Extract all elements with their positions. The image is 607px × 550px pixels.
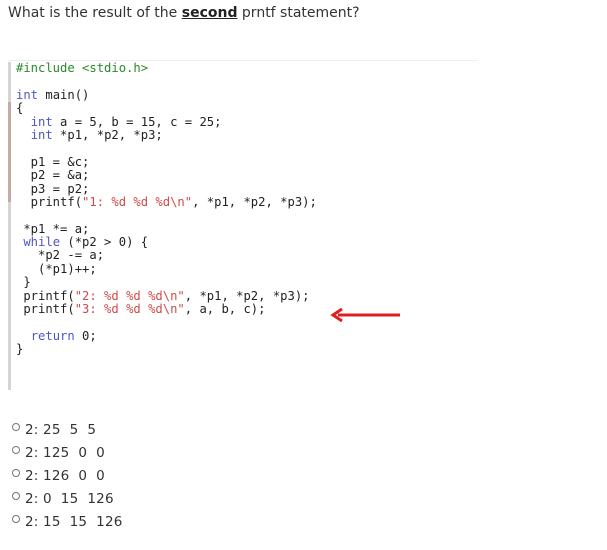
- code-line: *p2 -= a;: [16, 249, 317, 262]
- code-line: }: [16, 276, 317, 289]
- code-line: printf("1: %d %d %d\n", *p1, *p2, *p3);: [16, 194, 317, 209]
- option-label: 2: 15 15 126: [25, 514, 123, 530]
- code-line: int *p1, *p2, *p3;: [16, 127, 317, 142]
- answer-option[interactable]: 2: 125 0 0: [12, 445, 123, 468]
- code-line: int main(): [16, 87, 317, 102]
- code-token: (*p1)++;: [16, 261, 97, 276]
- code-string: "1: %d %d %d\n": [82, 194, 193, 209]
- code-token: p2 = &a;: [16, 168, 90, 183]
- option-label: 2: 126 0 0: [25, 468, 105, 484]
- code-keyword: int: [30, 114, 53, 129]
- code-token: *p1 *= a;: [16, 221, 90, 236]
- code-line: {: [16, 101, 317, 116]
- radio-button[interactable]: [12, 515, 20, 523]
- radio-button[interactable]: [12, 469, 20, 477]
- answer-option[interactable]: 2: 25 5 5: [12, 422, 123, 445]
- gutter-marker: [8, 102, 11, 202]
- code-token: }: [16, 342, 24, 357]
- option-label: 2: 25 5 5: [25, 422, 97, 438]
- code-block: #include <stdio.h> int main(){ int a = 5,…: [8, 60, 478, 390]
- code-token: , a, b, c);: [184, 302, 266, 317]
- code-string: "2: %d %d %d\n": [74, 288, 185, 303]
- answer-option[interactable]: 2: 126 0 0: [12, 468, 123, 491]
- answer-options: 2: 25 5 5 2: 125 0 0 2: 126 0 0 2: 0 15 126…: [12, 422, 123, 537]
- answer-option[interactable]: 2: 15 15 126: [12, 514, 123, 537]
- answer-option[interactable]: 2: 0 15 126: [12, 491, 123, 514]
- code-line: }: [16, 343, 317, 356]
- code-line: printf("2: %d %d %d\n", *p1, *p2, *p3);: [16, 288, 317, 303]
- code-token: {: [16, 101, 24, 116]
- question-emphasis: second: [181, 5, 238, 21]
- code-text: #include <stdio.h> int main(){ int a = 5,…: [16, 61, 317, 357]
- radio-button[interactable]: [12, 423, 20, 431]
- code-token: printf(: [16, 194, 83, 209]
- code-line: p1 = &c;: [16, 154, 317, 169]
- code-token: , *p1, *p2, *p3);: [184, 288, 310, 303]
- code-token: printf(: [16, 288, 75, 303]
- code-line: int a = 5, b = 15, c = 25;: [16, 114, 317, 129]
- code-token: 0;: [74, 328, 97, 343]
- code-gutter: [8, 62, 11, 390]
- left-arrow-icon: [330, 308, 400, 322]
- code-line: return 0;: [16, 328, 317, 343]
- code-keyword: while: [23, 235, 61, 250]
- code-token: a = 5, b = 15, c = 25;: [52, 114, 222, 129]
- code-keyword: return: [30, 328, 75, 343]
- radio-button[interactable]: [12, 446, 20, 454]
- code-preprocessor: #include <stdio.h>: [16, 61, 149, 75]
- code-token: (*p2 > 0) {: [60, 235, 149, 250]
- code-line: #include <stdio.h>: [16, 61, 317, 75]
- code-line: p3 = p2;: [16, 181, 317, 196]
- code-line: (*p1)++;: [16, 261, 317, 276]
- code-token: p3 = p2;: [16, 181, 90, 196]
- question-suffix: prntf statement?: [237, 5, 360, 21]
- code-line: p2 = &a;: [16, 168, 317, 183]
- code-token: }: [16, 275, 31, 290]
- code-token: p1 = &c;: [16, 154, 90, 169]
- code-line: printf("3: %d %d %d\n", a, b, c);: [16, 302, 317, 317]
- code-line: while (*p2 > 0) {: [16, 235, 317, 250]
- question-prefix: What is the result of the: [8, 5, 182, 21]
- code-token: printf(: [16, 302, 75, 317]
- radio-button[interactable]: [12, 492, 20, 500]
- option-label: 2: 0 15 126: [25, 491, 114, 507]
- code-line: *p1 *= a;: [16, 221, 317, 236]
- code-token: *p1, *p2, *p3;: [52, 127, 163, 142]
- option-label: 2: 125 0 0: [25, 445, 105, 461]
- code-string: "3: %d %d %d\n": [74, 302, 185, 317]
- code-keyword: int: [30, 127, 53, 142]
- question-text: What is the result of the second prntf s…: [8, 5, 360, 21]
- code-token: , *p1, *p2, *p3);: [192, 194, 317, 209]
- code-token: main(): [38, 87, 90, 102]
- code-token: *p2 -= a;: [16, 248, 105, 263]
- code-keyword: int: [16, 87, 39, 102]
